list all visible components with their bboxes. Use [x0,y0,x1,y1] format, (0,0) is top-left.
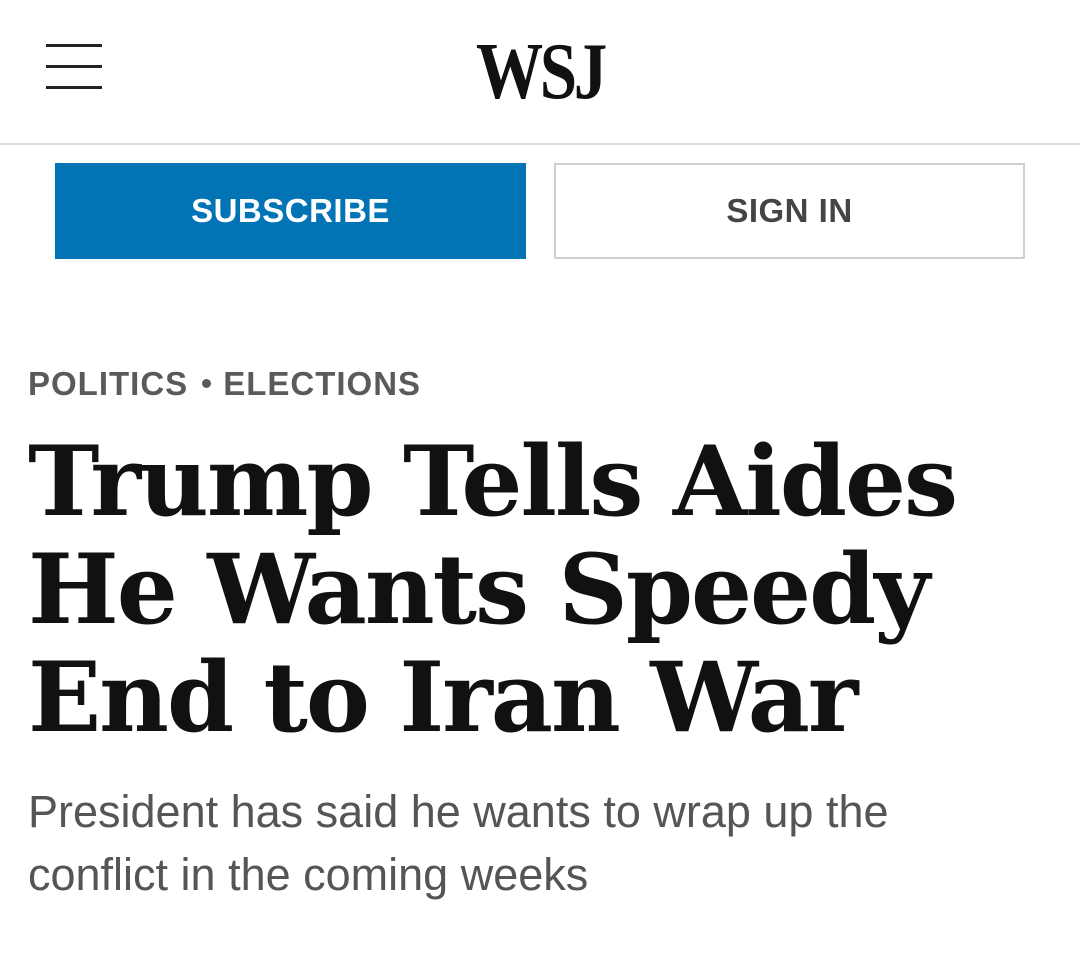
bullet-separator-icon [202,378,212,388]
sign-in-button[interactable]: SIGN IN [554,163,1025,259]
article-dek: President has said he wants to wrap up t… [28,786,889,900]
wsj-logo[interactable]: WSJ [86,28,993,116]
subscribe-button[interactable]: SUBSCRIBE [55,163,526,259]
article-headline: Trump Tells Aides He Wants Speedy End to… [28,425,958,754]
subsection-link[interactable]: ELECTIONS [223,365,421,402]
site-header: WSJ [0,0,1080,145]
article-kicker: POLITICS ELECTIONS [28,362,421,406]
section-link[interactable]: POLITICS [28,365,188,402]
